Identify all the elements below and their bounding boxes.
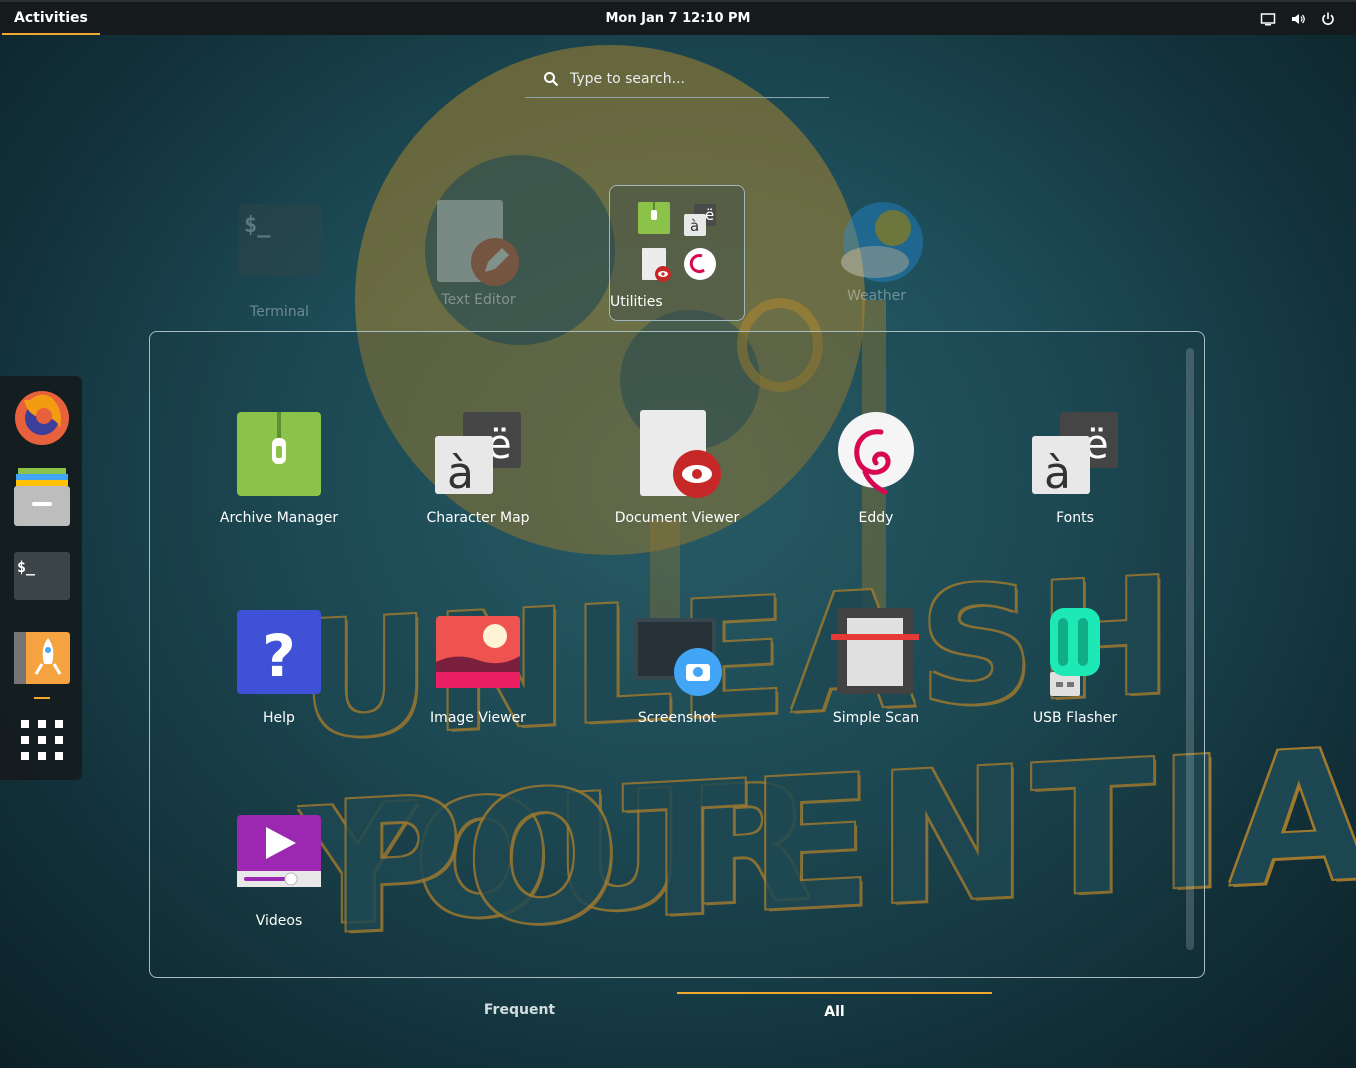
- svg-text:à: à: [1044, 448, 1071, 499]
- running-indicator: [34, 697, 50, 699]
- svg-text:à: à: [447, 448, 474, 499]
- system-tray: [1260, 2, 1336, 35]
- clock-label[interactable]: Mon Jan 7 12:10 PM: [606, 11, 751, 26]
- app-help[interactable]: ? Help: [194, 608, 364, 726]
- app-label: Screenshot: [637, 710, 717, 726]
- app-simple-scan[interactable]: Simple Scan: [791, 608, 961, 726]
- dock-firefox[interactable]: [12, 386, 72, 446]
- frequent-app-terminal[interactable]: $_ Terminal: [212, 204, 347, 320]
- app-eddy[interactable]: Eddy: [791, 410, 961, 526]
- app-label: Character Map: [426, 510, 530, 526]
- activities-button[interactable]: Activities: [2, 2, 100, 35]
- screen-icon[interactable]: [1260, 11, 1276, 27]
- camera-icon: [632, 608, 722, 698]
- text-editor-icon: [436, 198, 521, 286]
- files-icon: [14, 468, 70, 526]
- app-screenshot[interactable]: Screenshot: [592, 608, 762, 726]
- character-map-icon: ëà: [433, 410, 523, 500]
- svg-text:$_: $_: [244, 213, 271, 238]
- dock: $_: [0, 376, 82, 780]
- search-bar: [525, 60, 829, 98]
- app-label: Archive Manager: [219, 510, 339, 526]
- app-archive-manager[interactable]: Archive Manager: [194, 410, 364, 526]
- app-label: USB Flasher: [1032, 710, 1118, 726]
- weather-icon: [835, 200, 923, 284]
- help-icon: ?: [234, 608, 324, 698]
- svg-text:à: à: [690, 217, 699, 235]
- frequent-app-weather[interactable]: Weather: [809, 200, 944, 304]
- scrollbar[interactable]: [1186, 348, 1194, 950]
- search-input[interactable]: [570, 70, 820, 87]
- frequent-app-label: Weather: [847, 288, 906, 304]
- debian-swirl-icon: [831, 410, 921, 500]
- tab-frequent[interactable]: Frequent: [362, 992, 677, 1028]
- app-videos[interactable]: Videos: [194, 815, 364, 929]
- frequent-app-text-editor[interactable]: Text Editor: [411, 198, 546, 308]
- app-label: Fonts: [1056, 510, 1094, 526]
- app-document-viewer[interactable]: Document Viewer: [592, 410, 762, 526]
- app-label: Image Viewer: [430, 710, 526, 726]
- app-grid-panel: Archive Manager ëà Character Map Documen…: [149, 331, 1205, 978]
- top-panel: Activities Mon Jan 7 12:10 PM: [0, 0, 1356, 35]
- firefox-icon: [15, 391, 69, 445]
- terminal-icon: $_: [237, 204, 322, 288]
- app-label: Simple Scan: [832, 710, 920, 726]
- dock-app-center[interactable]: [12, 628, 72, 688]
- search-icon: [544, 71, 559, 86]
- fonts-icon: ëà: [1030, 410, 1120, 500]
- tab-all[interactable]: All: [677, 992, 992, 1028]
- svg-text:?: ?: [262, 622, 296, 690]
- usb-icon: [1030, 608, 1120, 698]
- clock: Mon Jan 7 12:10 PM: [0, 2, 1356, 35]
- app-grid-icon: [21, 720, 63, 760]
- app-label: Help: [263, 710, 295, 726]
- svg-text:$_: $_: [17, 558, 36, 576]
- app-fonts[interactable]: ëà Fonts: [990, 410, 1160, 526]
- document-viewer-icon: [632, 410, 722, 500]
- utilities-folder-label: Utilities: [610, 294, 663, 310]
- archive-icon: [234, 410, 324, 500]
- video-play-icon: [234, 815, 324, 905]
- frequent-app-label: Terminal: [249, 304, 310, 320]
- app-image-viewer[interactable]: Image Viewer: [393, 608, 563, 726]
- power-icon[interactable]: [1320, 11, 1336, 27]
- svg-text:ë: ë: [705, 206, 714, 224]
- dock-terminal[interactable]: $_: [12, 546, 72, 606]
- app-label: Document Viewer: [614, 510, 740, 526]
- app-label: Videos: [255, 913, 303, 929]
- app-label: Eddy: [858, 510, 894, 526]
- dock-files[interactable]: [12, 466, 72, 526]
- terminal-icon: $_: [14, 552, 70, 600]
- dock-app-grid[interactable]: [12, 712, 72, 772]
- scanner-icon: [831, 608, 921, 698]
- app-center-icon: [14, 632, 70, 684]
- frequent-app-label: Text Editor: [441, 292, 516, 308]
- volume-icon[interactable]: [1290, 11, 1306, 27]
- utilities-folder[interactable]: ë à Utilities: [609, 185, 745, 321]
- image-viewer-icon: [433, 608, 523, 698]
- app-character-map[interactable]: ëà Character Map: [393, 410, 563, 526]
- folder-icon: ë à: [638, 202, 716, 282]
- app-usb-flasher[interactable]: USB Flasher: [990, 608, 1160, 726]
